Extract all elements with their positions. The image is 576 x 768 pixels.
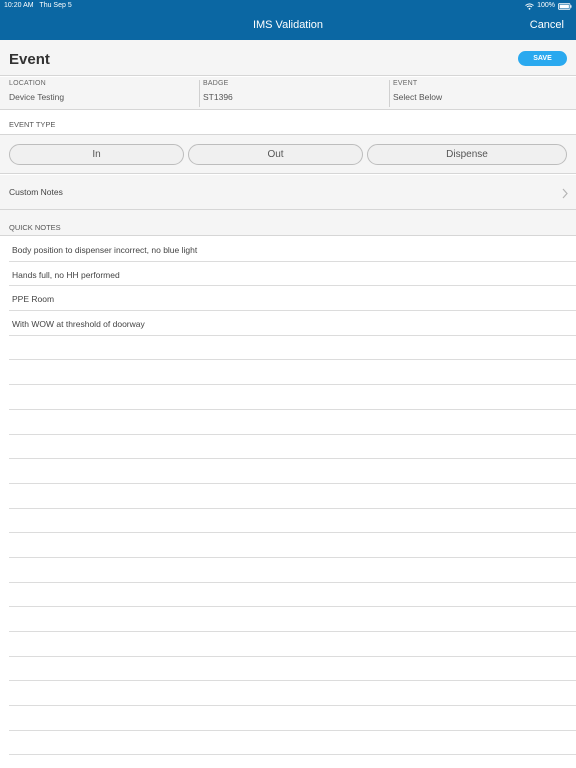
empty-list-row	[9, 583, 576, 608]
quick-notes-header: QUICK NOTES	[9, 223, 61, 232]
info-row: LOCATION Device Testing BADGE ST1396 EVE…	[0, 77, 576, 110]
empty-list-row	[9, 435, 576, 460]
quick-note-text: PPE Room	[12, 294, 55, 305]
empty-list-row	[9, 385, 576, 410]
quick-note-item[interactable]: With WOW at threshold of doorway	[9, 311, 576, 336]
empty-list-row	[9, 533, 576, 558]
quick-note-text: Body position to dispenser incorrect, no…	[12, 245, 198, 255]
event-type-in-button[interactable]: In	[9, 144, 184, 165]
quick-note-item[interactable]: Body position to dispenser incorrect, no…	[9, 237, 576, 262]
wifi-icon	[525, 2, 534, 10]
event-type-out-button[interactable]: Out	[188, 144, 363, 165]
badge-label: BADGE	[203, 80, 229, 87]
status-date: Thu Sep 5	[39, 2, 72, 9]
nav-bar: 10:20 AM Thu Sep 5 100% IMS Validation C…	[0, 0, 576, 40]
quick-note-item[interactable]: Hands full, no HH performed	[9, 262, 576, 287]
empty-list-row	[9, 360, 576, 386]
empty-list-row	[9, 509, 576, 534]
status-bar: 10:20 AM Thu Sep 5 100%	[0, 0, 576, 12]
empty-list-row	[9, 632, 576, 657]
nav-title: IMS Validation	[252, 19, 324, 31]
empty-list-row	[9, 410, 576, 435]
custom-notes-label: Custom Notes	[9, 187, 63, 197]
custom-notes-row[interactable]: Custom Notes	[0, 175, 576, 210]
quick-notes-list: Body position to dispenser incorrect, no…	[0, 237, 576, 756]
info-divider	[389, 80, 390, 107]
empty-list-row	[9, 607, 576, 632]
empty-list-row	[9, 459, 576, 484]
battery-percent: 100%	[537, 2, 555, 9]
empty-list-row	[9, 731, 576, 756]
event-value: Select Below	[393, 92, 443, 102]
location-value: Device Testing	[9, 92, 65, 102]
empty-list-row	[9, 681, 576, 707]
event-header: Event SAVE	[0, 40, 576, 76]
event-type-control: In Out Dispense	[0, 134, 576, 174]
empty-list-row	[9, 558, 576, 583]
event-label: EVENT	[393, 80, 418, 87]
quick-note-item[interactable]: PPE Room	[9, 286, 576, 312]
cancel-button[interactable]: Cancel	[530, 19, 564, 31]
empty-list-row	[9, 484, 576, 509]
quick-note-text: With WOW at threshold of doorway	[12, 319, 145, 330]
status-time-text: 10:20 AM	[4, 2, 34, 9]
badge-field: BADGE ST1396	[203, 80, 383, 108]
empty-list-row	[9, 336, 576, 361]
event-type-dispense-button[interactable]: Dispense	[367, 144, 567, 165]
quick-note-text: Hands full, no HH performed	[12, 269, 120, 280]
event-type-header: EVENT TYPE	[9, 120, 56, 129]
status-right: 100%	[525, 0, 572, 12]
battery-icon	[558, 2, 572, 10]
status-time: 10:20 AM Thu Sep 5	[4, 0, 72, 12]
badge-value: ST1396	[203, 92, 233, 102]
save-button[interactable]: SAVE	[518, 51, 567, 66]
empty-list-row	[9, 657, 576, 682]
event-field[interactable]: EVENT Select Below	[393, 80, 568, 108]
info-divider	[199, 80, 200, 107]
chevron-right-icon	[562, 186, 568, 204]
page-title: Event	[9, 51, 50, 68]
location-field: LOCATION Device Testing	[9, 80, 194, 108]
empty-list-row	[9, 706, 576, 731]
location-label: LOCATION	[9, 80, 46, 87]
